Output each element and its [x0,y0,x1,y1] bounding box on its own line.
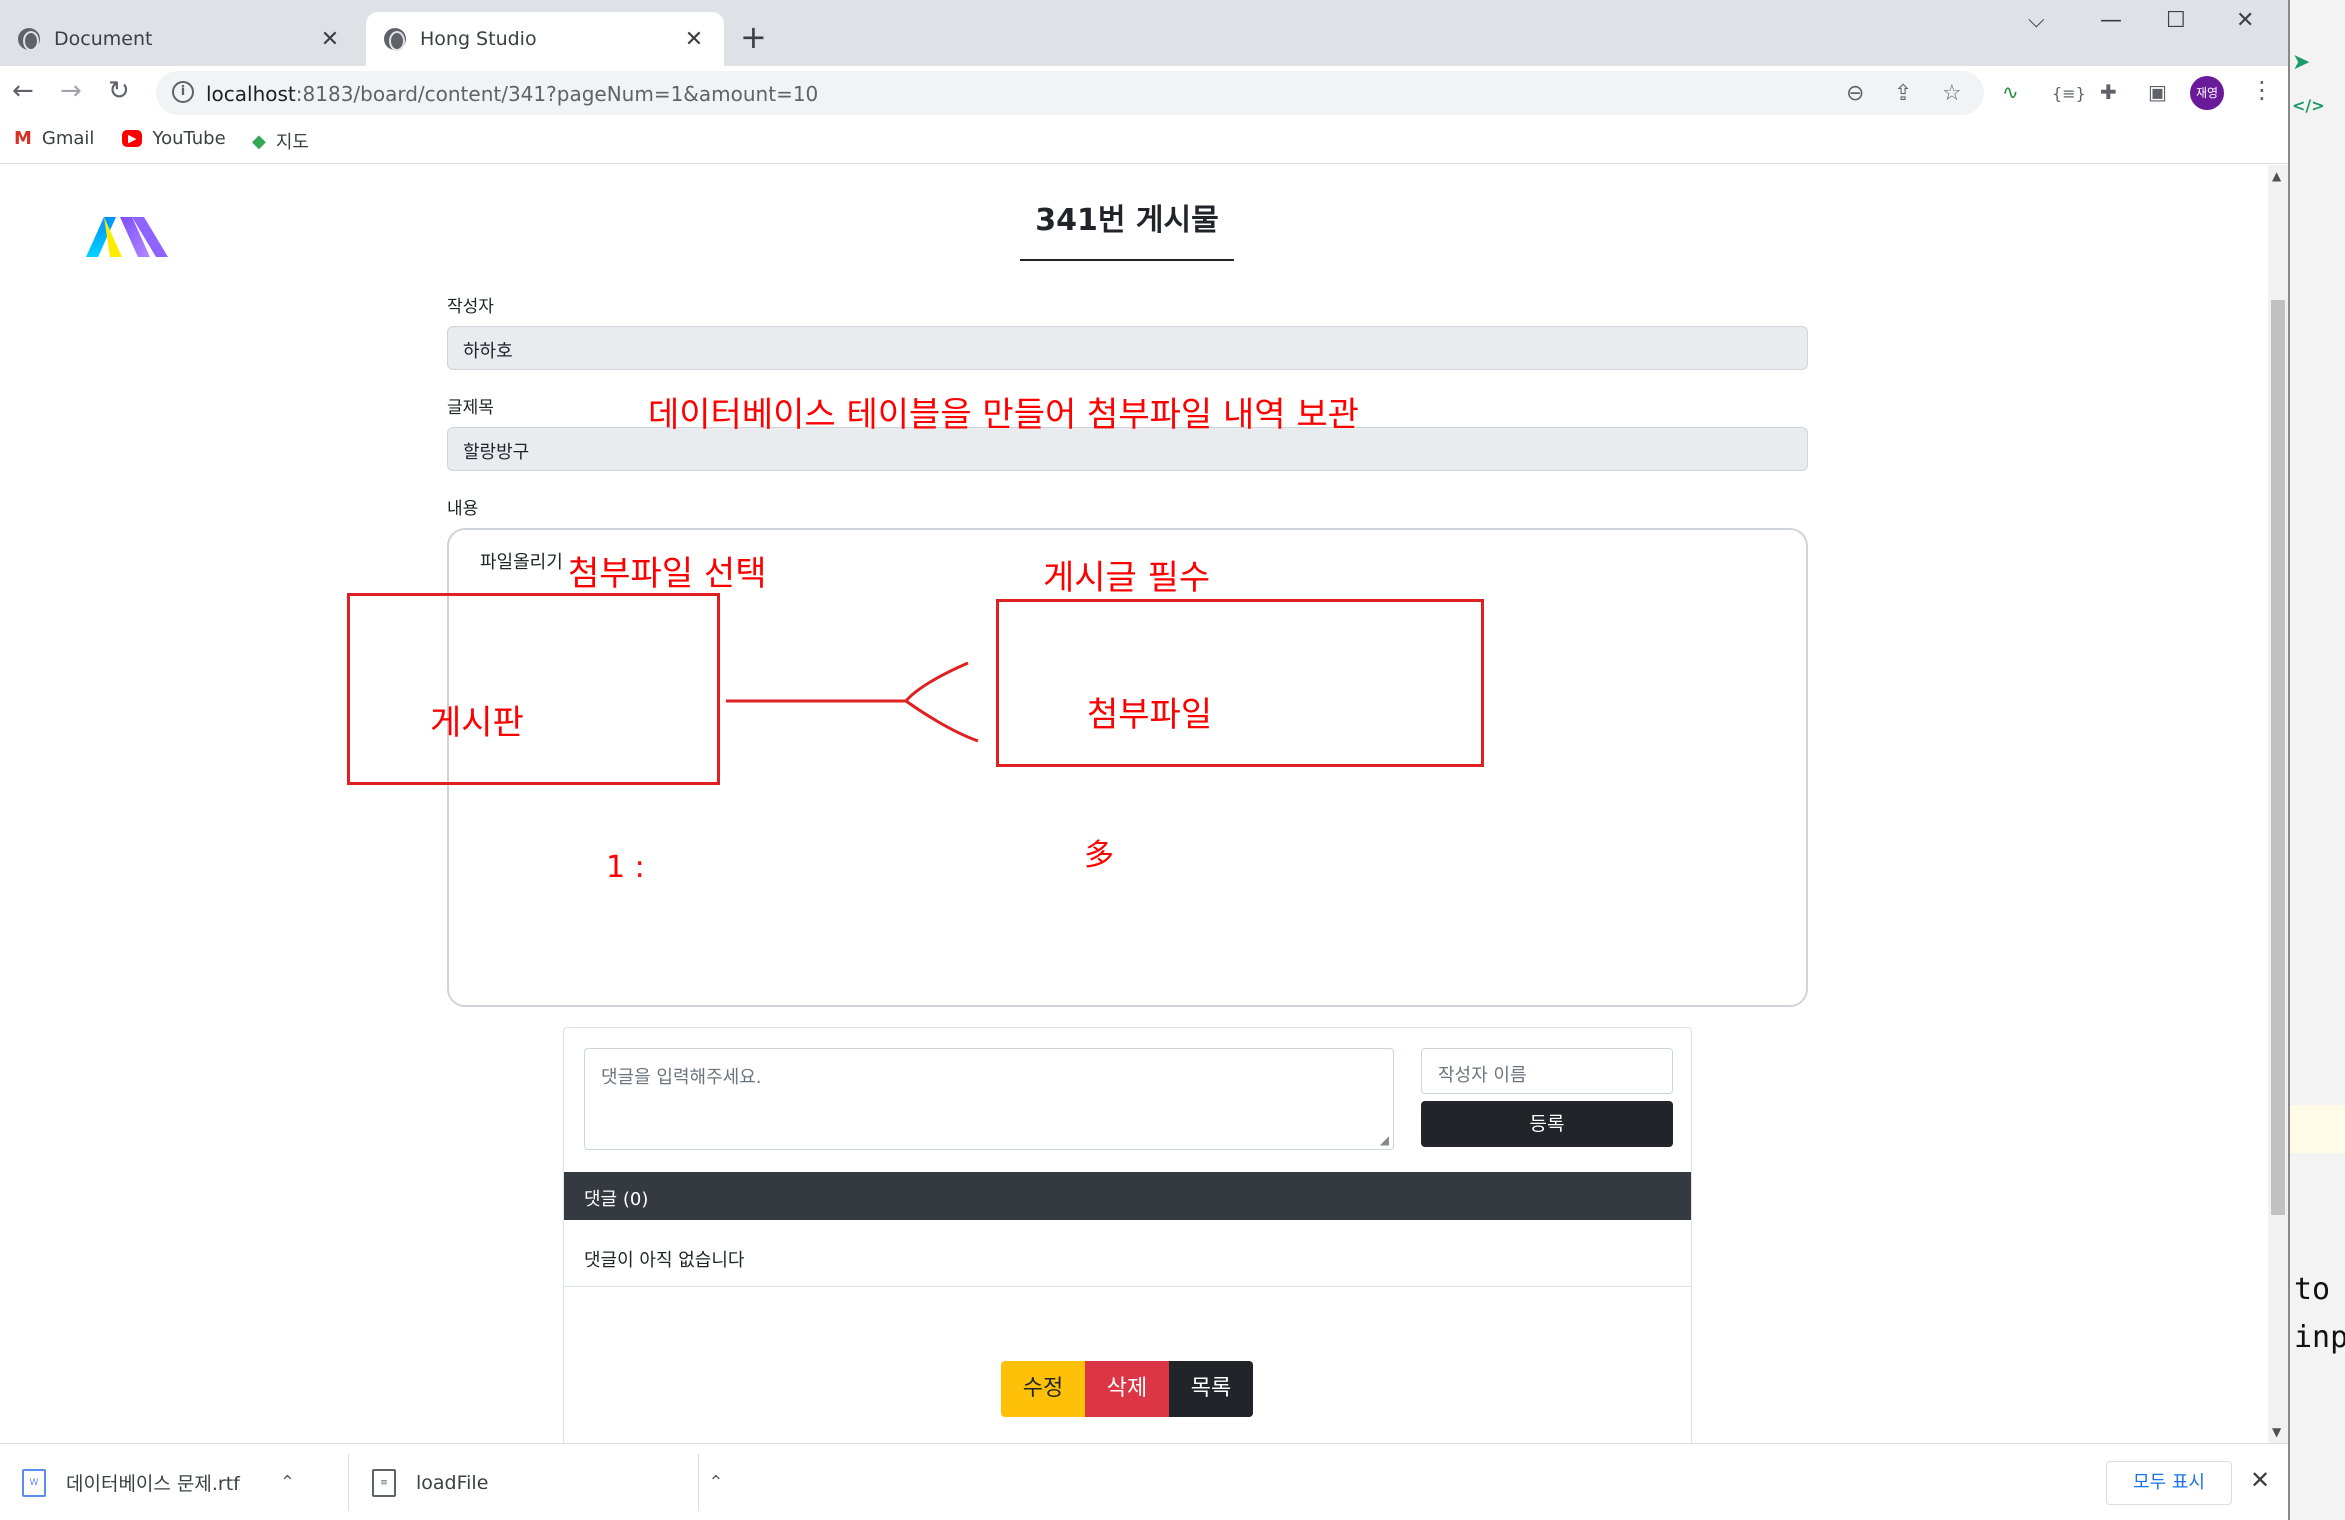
close-downloads-icon[interactable]: ✕ [2250,1466,2270,1494]
tab-search-icon[interactable]: ⌵ [2028,8,2045,33]
side-panel-icon[interactable]: ▣ [2148,80,2167,104]
globe-icon [384,28,406,51]
download-name: 데이터베이스 문제.rtf [66,1473,240,1495]
close-tab-icon[interactable]: ✕ [318,27,342,52]
bookmarks-bar: M Gmail ▶ YouTube ◆ 지도 [0,120,2288,164]
editor-code-line: inp [2294,1320,2345,1355]
url-text: localhost:8183/board/content/341?pageNum… [206,82,818,106]
editor-code-line: to [2294,1272,2331,1307]
tab-title: Document [54,28,153,50]
run-icon: ➤ [2292,50,2311,75]
bookmark-label: Gmail [41,128,95,149]
annotation-many: 多 [1084,838,1114,873]
downloads-bar: W 데이터베이스 문제.rtf ⌃ ≡ loadFile ⌃ 모두 표시 ✕ [0,1443,2288,1520]
maps-icon: ◆ [252,130,266,152]
globe-icon [18,28,40,51]
delete-button[interactable]: 삭제 [1085,1361,1169,1417]
extensions-puzzle-icon[interactable]: ✚ [2100,80,2117,104]
zoom-icon[interactable]: ⊖ [1846,81,1864,106]
rtf-file-icon: W [22,1468,46,1497]
url-bar[interactable]: i localhost:8183/board/content/341?pageN… [156,71,1984,115]
annotation-relation-arrow [726,661,979,743]
comment-placeholder: 댓글을 입력해주세요. [601,1067,762,1088]
tab-document[interactable]: Document ✕ [0,12,360,66]
bookmark-label: 지도 [275,132,309,153]
page-scrollbar[interactable]: ▲ ▼ [2268,165,2288,1443]
file-icon: ≡ [372,1468,396,1497]
url-path: :8183/board/content/341?pageNum=1&amount… [295,82,819,106]
show-all-button[interactable]: 모두 표시 [2106,1461,2232,1505]
page-title: 341번 게시물 [1020,195,1234,261]
window-close-button[interactable]: ✕ [2236,8,2254,33]
chevron-up-icon[interactable]: ⌃ [708,1472,723,1493]
back-icon[interactable]: ← [12,76,34,106]
comment-count-header: 댓글 (0) [564,1172,1691,1220]
site-logo[interactable] [82,205,172,265]
subject-label: 글제목 [447,398,494,418]
bookmark-gmail[interactable]: M Gmail [14,128,94,149]
post-actions: 수정 삭제 목록 [1001,1361,1253,1417]
content-text: 파일올리기 [480,552,563,573]
bookmark-maps[interactable]: ◆ 지도 [252,128,309,154]
list-button[interactable]: 목록 [1169,1361,1253,1417]
annotation-board: 게시판 [430,703,524,743]
chevron-up-icon[interactable]: ⌃ [280,1472,295,1493]
bookmark-youtube[interactable]: ▶ YouTube [122,128,226,149]
profile-avatar[interactable]: 재영 [2190,76,2224,110]
code-icon: </> [2292,96,2325,115]
annotation-select-file: 첨부파일 선택 [568,554,767,594]
forward-icon[interactable]: → [60,76,82,106]
editor-highlight [2290,1105,2345,1153]
menu-kebab-icon[interactable]: ⋮ [2250,76,2274,104]
tab-hong-studio[interactable]: Hong Studio ✕ [366,12,724,66]
writer-label: 작성자 [447,297,494,317]
minimize-button[interactable]: — [2100,8,2122,33]
url-host: localhost [206,82,296,106]
comment-writer-input[interactable]: 작성자 이름 [1421,1048,1673,1094]
tab-bar: Document ✕ Hong Studio ✕ + ⌵ — ☐ ✕ [0,0,2288,66]
annotation-attachment: 첨부파일 [1087,695,1213,735]
annotation-attachment-box [996,599,1484,767]
annotation-one: 1 : [606,850,645,885]
divider [348,1454,349,1511]
bookmark-label: YouTube [152,128,226,149]
download-item-loadfile[interactable]: ≡ loadFile ⌃ [372,1444,724,1520]
comment-submit-button[interactable]: 등록 [1421,1101,1673,1147]
background-editor-window: ➤ </> to inp [2288,0,2345,1520]
address-bar-row: ← → ↻ i localhost:8183/board/content/341… [0,66,2288,120]
share-icon[interactable]: ⇪ [1894,81,1912,106]
edit-button[interactable]: 수정 [1001,1361,1085,1417]
download-item-rtf[interactable]: W 데이터베이스 문제.rtf ⌃ [22,1444,295,1520]
writer-field: 하하호 [447,326,1808,370]
annotation-db-note: 데이터베이스 테이블을 만들어 첨부파일 내역 보관 [648,395,1359,435]
bookmark-star-icon[interactable]: ☆ [1942,81,1962,106]
annotation-post-required: 게시글 필수 [1043,558,1211,598]
content-label: 내용 [447,499,479,519]
tab-title: Hong Studio [420,28,537,50]
reload-icon[interactable]: ↻ [108,76,130,106]
divider [564,1286,1691,1287]
maximize-button[interactable]: ☐ [2166,8,2186,33]
divider [698,1454,699,1511]
annotation-board-box [347,593,720,785]
scroll-up-icon[interactable]: ▲ [2272,169,2281,183]
youtube-icon: ▶ [122,130,143,147]
scroll-down-icon[interactable]: ▼ [2272,1425,2281,1439]
new-tab-button[interactable]: + [740,18,767,56]
close-tab-icon[interactable]: ✕ [682,27,706,52]
resize-grip-icon[interactable]: ◢ [1380,1133,1389,1147]
scrollbar-thumb[interactable] [2271,300,2285,1215]
page-viewport: 341번 게시물 작성자 하하호 글제목 할랑방구 내용 파일올리기 댓글을 입… [0,165,2268,1443]
gmail-icon: M [14,128,32,149]
extension-json-icon[interactable]: {≡} [2052,84,2086,103]
download-name: loadFile [416,1471,489,1494]
comment-empty-text: 댓글이 아직 없습니다 [584,1250,745,1271]
comment-input[interactable]: 댓글을 입력해주세요. ◢ [584,1048,1394,1150]
site-info-icon[interactable]: i [172,81,194,103]
extension-pulse-icon[interactable]: ∿ [2002,80,2019,104]
